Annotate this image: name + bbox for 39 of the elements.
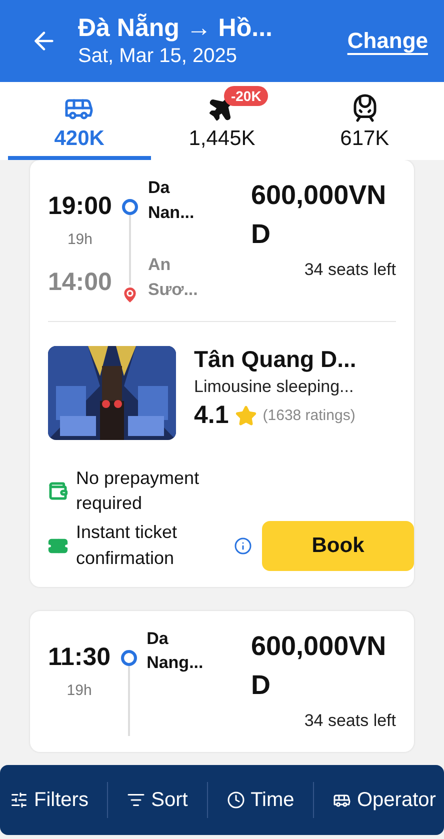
origin-dot-icon bbox=[120, 650, 137, 666]
rating-score: 4.1 bbox=[194, 401, 229, 430]
star-icon bbox=[234, 404, 257, 426]
info-icon[interactable] bbox=[234, 536, 252, 555]
origin-stop: Da Nang... bbox=[146, 628, 204, 674]
clock-icon bbox=[226, 791, 245, 809]
operator-name: Tân Quang D... bbox=[194, 346, 356, 373]
origin-stop: Da Nan... bbox=[148, 177, 196, 224]
sliders-icon bbox=[10, 791, 28, 809]
trip-date: Sat, Mar 15, 2025 bbox=[78, 45, 238, 68]
seats-left: 34 seats left bbox=[304, 260, 396, 280]
discount-badge: -20K bbox=[224, 86, 268, 106]
transport-tab[interactable]: -20K 1,445K bbox=[150, 82, 294, 160]
toolbar-button[interactable]: Filters bbox=[4, 788, 94, 812]
trip-duration: 19h bbox=[66, 682, 92, 699]
bus-type: Limousine sleeping... bbox=[194, 377, 355, 397]
origin-dot-icon bbox=[122, 199, 138, 215]
book-button[interactable]: Book bbox=[262, 520, 414, 571]
toolbar-button[interactable]: Sort bbox=[121, 788, 194, 812]
trip-card[interactable]: 11:30 19h Da Nang... 600,000VND 34 seats left bbox=[30, 610, 414, 752]
sort-icon bbox=[127, 791, 146, 809]
perk-text: No prepayment required bbox=[76, 467, 200, 516]
change-link[interactable]: Change bbox=[347, 28, 428, 54]
rating-count: (1638 ratings) bbox=[262, 407, 356, 424]
ticket-price: 600,000VND bbox=[251, 179, 388, 252]
seats-left: 34 seats left bbox=[304, 711, 396, 732]
ticket-price: 600,000VND bbox=[251, 630, 388, 702]
trip-card[interactable]: 19:00 19h 14:00 Da Nan... An Sươ... 600,000VND 34 seats left Tân Quang D... Limousine sleeping... 4.1 (1638 ratings) No prepayment required Instant ticket confirmation Book bbox=[30, 160, 414, 587]
toolbar-button[interactable]: Time bbox=[220, 788, 300, 812]
departure-time: 11:30 bbox=[48, 642, 111, 672]
destination-stop: An Sươ... bbox=[148, 254, 199, 301]
transport-tab[interactable]: 617K bbox=[293, 82, 436, 160]
wallet-icon bbox=[48, 481, 68, 502]
toolbar-button[interactable]: Operator bbox=[327, 788, 442, 812]
perk-text: Instant ticket confirmation bbox=[76, 521, 178, 570]
departure-time: 19:00 bbox=[48, 192, 112, 221]
route-title: Đà Nẵng → Hồ... bbox=[78, 14, 274, 43]
arrival-time: 14:00 bbox=[48, 268, 112, 297]
trip-duration: 19h bbox=[67, 231, 92, 248]
